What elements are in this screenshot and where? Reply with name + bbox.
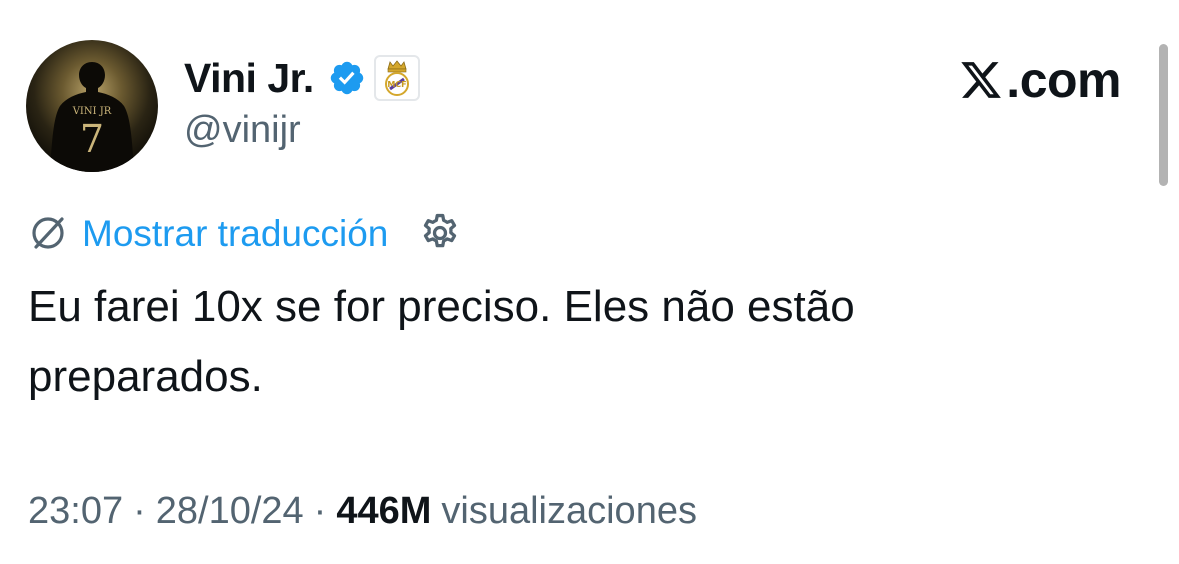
views-label: visualizaciones [441, 489, 697, 532]
gear-icon[interactable] [418, 211, 462, 255]
display-name[interactable]: Vini Jr. [184, 57, 314, 99]
avatar-image: VINI JR 7 [50, 62, 134, 172]
tweet-time[interactable]: 23:07 [28, 490, 123, 533]
tweet-text-line-1: Eu farei 10x se for preciso. Eles não es… [28, 282, 855, 331]
tweet-metadata: 23:07 · 28/10/24 · 446M visualizaciones [28, 486, 697, 536]
x-logo-icon [961, 62, 1002, 98]
author-name-row: Vini Jr. MCF [184, 50, 420, 106]
svg-text:MCF: MCF [387, 80, 406, 89]
avatar-jersey-number: 7 [80, 117, 104, 161]
translation-row: Mostrar traducción [28, 206, 462, 260]
author-handle[interactable]: @vinijr [184, 108, 301, 154]
x-com-watermark: .com [958, 52, 1121, 108]
show-translation-link[interactable]: Mostrar traducción [82, 215, 388, 252]
separator-dot: · [313, 489, 327, 532]
globe-slash-icon [32, 217, 64, 249]
real-madrid-crest-icon[interactable]: MCF [373, 55, 420, 101]
avatar[interactable]: VINI JR 7 [26, 40, 158, 172]
tweet-text: Eu farei 10x se for preciso. Eles não es… [28, 272, 1138, 412]
avatar-jersey-name: VINI JR [72, 106, 112, 117]
tweet-text-line-2: preparados. [28, 352, 263, 401]
scrollbar[interactable] [1159, 44, 1168, 186]
verified-badge-icon[interactable] [328, 59, 366, 97]
views-count[interactable]: 446M [336, 490, 431, 533]
separator-dot: · [133, 489, 146, 532]
tweet-date[interactable]: 28/10/24 [156, 490, 304, 533]
brand-suffix: .com [1006, 52, 1121, 108]
